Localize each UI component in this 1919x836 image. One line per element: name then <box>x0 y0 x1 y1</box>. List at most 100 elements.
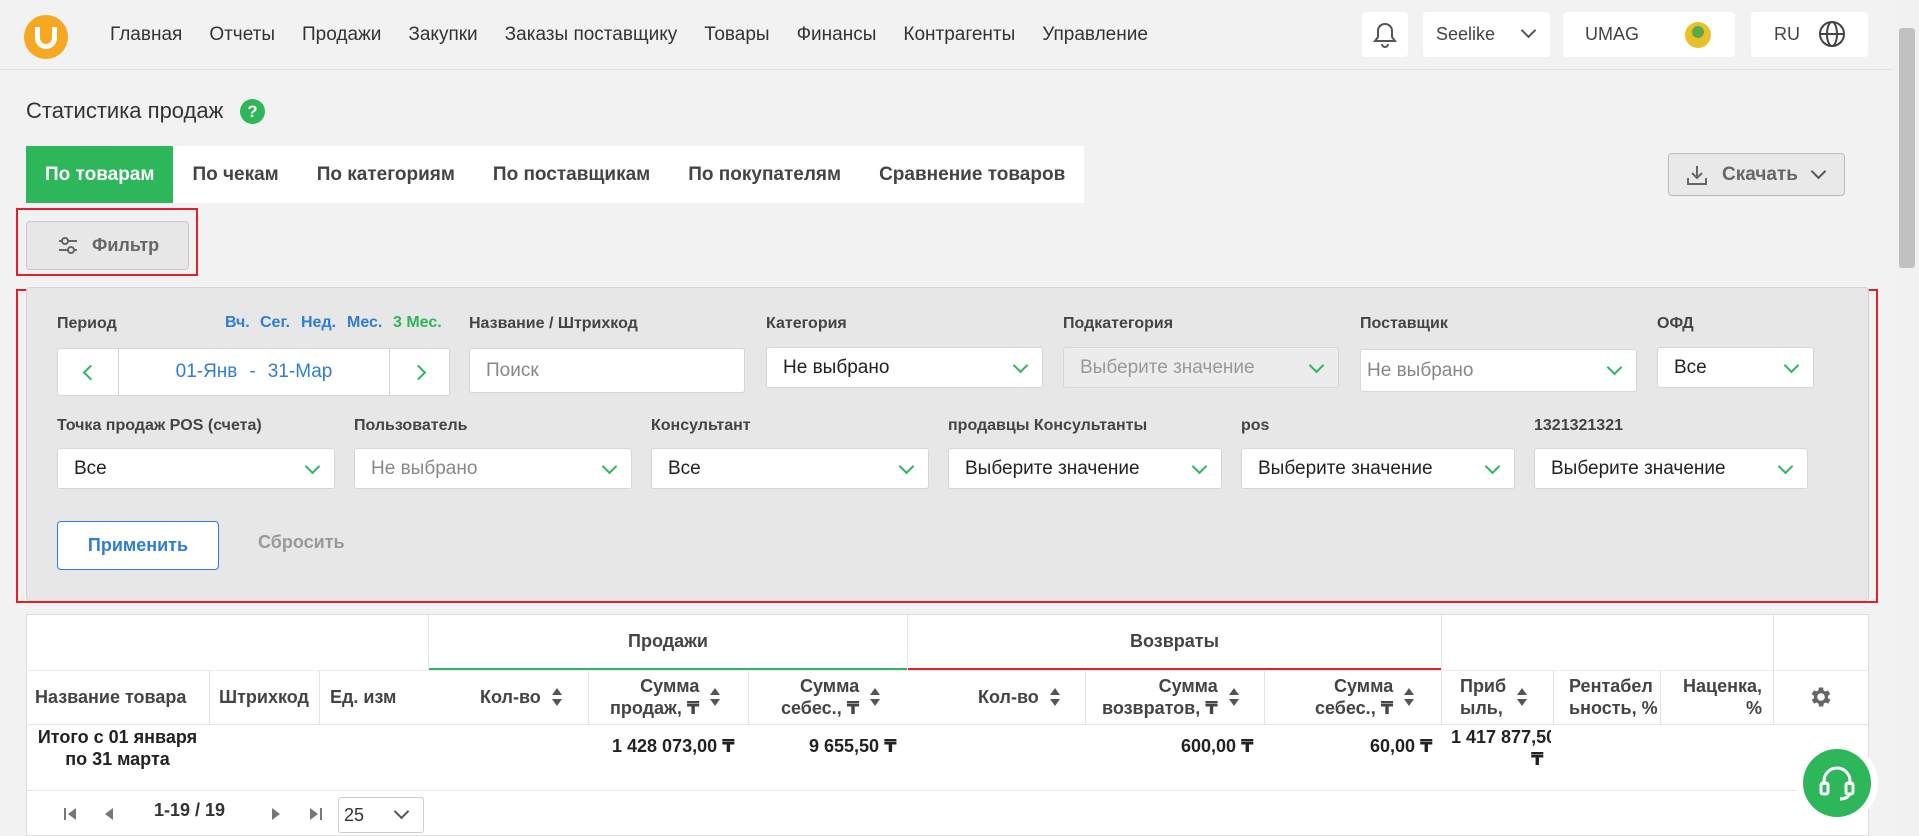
main-nav: Главная Отчеты Продажи Закупки Заказы по… <box>110 0 1175 70</box>
total-profit-line2: ₸ <box>1531 749 1544 769</box>
returns-cost-label-line1: Сумма <box>1334 676 1394 696</box>
supplier-select[interactable]: Не выбрано <box>1360 349 1637 392</box>
first-page-button[interactable] <box>64 807 78 826</box>
bell-icon <box>1373 22 1397 48</box>
supplier-label: Поставщик <box>1360 315 1448 332</box>
chevron-down-icon <box>1783 357 1800 374</box>
nav-item-home[interactable]: Главная <box>110 24 182 46</box>
reset-button[interactable]: Сбросить <box>258 532 345 553</box>
period-range[interactable]: 01-Янв - 31-Мар <box>119 349 389 395</box>
nav-item-purchases[interactable]: Закупки <box>408 24 477 46</box>
language-selector[interactable]: RU <box>1751 12 1868 57</box>
quick-week[interactable]: Нед. <box>301 314 336 332</box>
tab-by-suppliers[interactable]: По поставщикам <box>474 146 669 203</box>
sellers-consultants-label: продавцы Консультанты <box>948 417 1148 434</box>
group-header-returns: Возвраты <box>908 614 1441 670</box>
total-profit: 1 417 877,50 ₸ <box>1451 726 1551 770</box>
chevron-down-icon <box>898 458 915 475</box>
scrollbar-thumb[interactable] <box>1899 28 1915 268</box>
filter-button[interactable]: Фильтр <box>26 221 189 270</box>
sort-icon <box>1516 687 1528 707</box>
sales-qty-label: Кол-во <box>480 687 541 707</box>
nav-item-finance[interactable]: Финансы <box>797 24 877 46</box>
returns-qty-label: Кол-во <box>978 687 1039 707</box>
last-page-button[interactable] <box>308 807 322 826</box>
tab-by-categories[interactable]: По категориям <box>298 146 474 203</box>
apply-button[interactable]: Применить <box>57 521 219 570</box>
custom-field-select[interactable]: Выберите значение <box>1534 448 1808 489</box>
next-page-icon <box>272 808 280 820</box>
ofd-select[interactable]: Все <box>1657 347 1814 388</box>
nav-item-counterparties[interactable]: Контрагенты <box>903 24 1015 46</box>
gear-icon <box>1811 687 1831 707</box>
total-label: Итого с 01 января по 31 марта <box>35 726 200 770</box>
help-icon[interactable]: ? <box>240 99 265 124</box>
chevron-left-icon <box>82 364 98 380</box>
profitability-label: Рентабел ьность, % <box>1569 675 1658 719</box>
pos2-label: pos <box>1241 417 1270 434</box>
subcategory-select[interactable]: Выберите значение <box>1063 347 1339 388</box>
col-header-name: Название товара <box>35 687 187 707</box>
language-label: RU <box>1774 24 1800 44</box>
tab-product-comparison[interactable]: Сравнение товаров <box>860 146 1084 203</box>
markup-label: Наценка,% <box>1683 675 1762 719</box>
user-value: Не выбрано <box>371 457 478 479</box>
nav-item-supplier-orders[interactable]: Заказы поставщику <box>505 24 678 46</box>
nav-item-management[interactable]: Управление <box>1042 24 1148 46</box>
col-header-returns-cost[interactable]: Сумма себес., ₸ <box>1315 670 1415 724</box>
col-header-sales-sum[interactable]: Сумма продаж, ₸ <box>610 670 721 724</box>
period-label: Период <box>57 315 117 332</box>
tab-by-customers[interactable]: По покупателям <box>669 146 860 203</box>
next-page-button[interactable] <box>271 807 281 826</box>
group-header-sales: Продажи <box>429 614 907 670</box>
category-select[interactable]: Не выбрано <box>766 347 1043 388</box>
period-prev-button[interactable] <box>58 349 119 395</box>
category-value: Не выбрано <box>783 356 890 378</box>
prev-page-button[interactable] <box>104 807 114 826</box>
chevron-down-icon <box>1308 357 1325 374</box>
period-from: 01-Янв <box>175 361 238 382</box>
quick-yesterday[interactable]: Вч. <box>225 314 250 332</box>
col-header-sales-qty[interactable]: Кол-во <box>480 670 563 724</box>
per-page-select[interactable]: 25 <box>338 797 424 833</box>
nav-item-products[interactable]: Товары <box>704 24 769 46</box>
subcategory-value: Выберите значение <box>1080 356 1255 378</box>
sellers-consultants-select[interactable]: Выберите значение <box>948 448 1222 489</box>
quick-3-months[interactable]: 3 Мес. <box>393 314 442 332</box>
top-navbar: Главная Отчеты Продажи Закупки Заказы по… <box>0 0 1894 70</box>
pos-label: Точка продаж POS (счета) <box>57 417 262 434</box>
search-input[interactable]: Поиск <box>469 348 745 393</box>
store-selector[interactable]: Seelike <box>1423 12 1550 57</box>
markup-label-line1: Наценка, <box>1683 676 1762 696</box>
sort-icon <box>709 687 721 707</box>
tab-by-receipts[interactable]: По чекам <box>173 146 297 203</box>
col-header-profit[interactable]: Приб ыль, <box>1460 670 1528 724</box>
consultant-select[interactable]: Все <box>651 448 929 489</box>
chevron-down-icon <box>1484 458 1501 475</box>
nav-item-reports[interactable]: Отчеты <box>209 24 275 46</box>
pos2-select[interactable]: Выберите значение <box>1241 448 1515 489</box>
custom-field-value: Выберите значение <box>1551 457 1726 479</box>
quick-month[interactable]: Мес. <box>347 314 382 332</box>
table-settings-button[interactable] <box>1808 684 1834 715</box>
quick-today[interactable]: Сег. <box>260 314 290 332</box>
total-returns-cost: 60,00 ₸ <box>1370 736 1433 756</box>
tab-by-products[interactable]: По товарам <box>26 146 174 203</box>
umag-logo[interactable] <box>24 15 68 59</box>
user-select[interactable]: Не выбрано <box>354 448 632 489</box>
col-header-returns-sum[interactable]: Сумма возвратов, ₸ <box>1102 670 1240 724</box>
sliders-icon <box>59 236 77 254</box>
period-next-button[interactable] <box>389 349 450 395</box>
support-chat-button[interactable] <box>1803 749 1871 817</box>
brand-label: UMAG <box>1585 24 1639 44</box>
col-header-sales-cost[interactable]: Сумма себес., ₸ <box>781 670 881 724</box>
download-button[interactable]: Скачать <box>1668 153 1845 196</box>
ofd-label: ОФД <box>1657 315 1694 332</box>
account-menu[interactable]: UMAG <box>1563 12 1735 57</box>
returns-cost-label-line2: себес., ₸ <box>1315 698 1394 718</box>
nav-item-sales[interactable]: Продажи <box>302 24 381 46</box>
pos-select[interactable]: Все <box>57 448 335 489</box>
col-header-returns-qty[interactable]: Кол-во <box>978 670 1061 724</box>
globe-icon <box>1819 21 1845 47</box>
notifications-button[interactable] <box>1362 12 1408 57</box>
